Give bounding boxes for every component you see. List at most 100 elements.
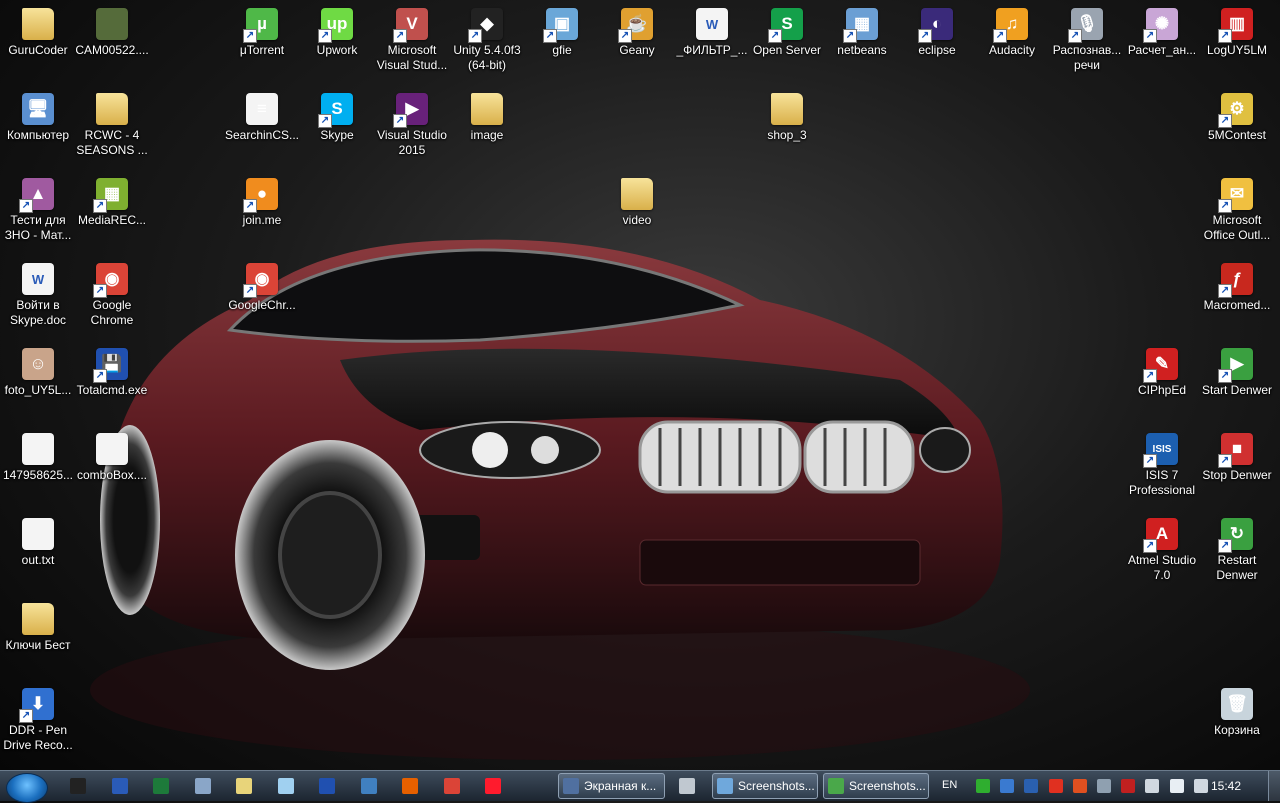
desktop-shortcut[interactable]: comboBox.... bbox=[74, 433, 150, 483]
icon-glyph: ▶ bbox=[1230, 354, 1244, 373]
taskbar-pinned-button[interactable] bbox=[435, 774, 469, 798]
desktop-shortcut[interactable]: µ ↗ μTorrent bbox=[224, 8, 300, 58]
desktop-shortcut[interactable]: ✎ ↗ CIPhpEd bbox=[1124, 348, 1200, 398]
desktop-shortcut[interactable]: CAM00522.... bbox=[74, 8, 150, 58]
desktop-shortcut[interactable]: ☺ foto_UY5L... bbox=[0, 348, 76, 398]
desktop-shortcut[interactable]: 🎙 ↗ Распознав... речи bbox=[1049, 8, 1125, 73]
flag-tray-icon[interactable] bbox=[976, 779, 990, 793]
desktop-shortcut[interactable]: GuruCoder bbox=[0, 8, 76, 58]
desktop-shortcut[interactable]: ■ ↗ Stop Denwer bbox=[1199, 433, 1275, 483]
taskbar-pinned-button[interactable] bbox=[186, 774, 220, 798]
volume-tray-icon[interactable] bbox=[1169, 779, 1184, 793]
desktop-shortcut[interactable]: W _ФИЛЬТР_... bbox=[674, 8, 750, 58]
action-center-tray-icon[interactable] bbox=[1145, 779, 1160, 793]
taskbar-window-button[interactable]: Экранная к... bbox=[558, 773, 665, 799]
desktop-shortcut[interactable]: ƒ ↗ Macromed... bbox=[1199, 263, 1275, 313]
desktop-shortcut[interactable]: ♫ ↗ Audacity bbox=[974, 8, 1050, 58]
desktop-shortcut-label: μTorrent bbox=[239, 43, 285, 57]
desktop-shortcut[interactable]: video bbox=[599, 178, 675, 228]
display-tray-icon[interactable] bbox=[1024, 779, 1039, 793]
speech-recognition-icon: 🎙 ↗ bbox=[1068, 8, 1103, 43]
desktop-shortcut[interactable]: ≡ SearchinCS... bbox=[224, 93, 300, 143]
taskbar-pinned-button[interactable] bbox=[393, 774, 427, 798]
desktop-shortcut[interactable]: ▦ ↗ MediaREC... bbox=[74, 178, 150, 228]
shortcut-arrow-icon: ↗ bbox=[1218, 539, 1232, 553]
icon-glyph: ▶ bbox=[405, 99, 419, 118]
desktop-shortcut[interactable]: ◉ ↗ Google Chrome bbox=[74, 263, 150, 328]
desktop-shortcut[interactable]: ▦ ↗ netbeans bbox=[824, 8, 900, 58]
desktop-shortcut[interactable]: ◐ ↗ eclipse bbox=[899, 8, 975, 58]
usb-tray-icon[interactable] bbox=[1097, 779, 1111, 793]
desktop-shortcut[interactable]: 🗑 Корзина bbox=[1199, 688, 1275, 738]
taskbar-pinned-button[interactable] bbox=[227, 774, 261, 798]
opera-tray-icon[interactable] bbox=[1048, 779, 1063, 793]
icon-glyph: V bbox=[406, 14, 418, 33]
desktop-shortcut[interactable]: ☕ ↗ Geany bbox=[599, 8, 675, 58]
desktop-shortcut[interactable]: ▣ ↗ gfie bbox=[524, 8, 600, 58]
taskbar-pinned-button[interactable] bbox=[310, 774, 344, 798]
desktop-shortcut[interactable]: ▶ ↗ Visual Studio 2015 bbox=[374, 93, 450, 158]
desktop-shortcut[interactable]: ▲ ↗ Тести для ЗНО - Мат... bbox=[0, 178, 76, 243]
desktop-shortcut[interactable]: ◆ ↗ Unity 5.4.0f3 (64-bit) bbox=[449, 8, 525, 73]
desktop-shortcut[interactable]: S ↗ Skype bbox=[299, 93, 375, 143]
taskbar-pinned-button[interactable] bbox=[352, 774, 386, 798]
desktop-shortcut[interactable]: 147958625... bbox=[0, 433, 76, 483]
desktop-shortcut[interactable]: ISIS ↗ ISIS 7 Professional bbox=[1124, 433, 1200, 498]
desktop-shortcut[interactable]: A ↗ Atmel Studio 7.0 bbox=[1124, 518, 1200, 583]
desktop-shortcut[interactable]: W Войти в Skype.doc bbox=[0, 263, 76, 328]
desktop-shortcut-label: Audacity bbox=[988, 43, 1036, 57]
desktop-shortcut[interactable]: up ↗ Upwork bbox=[299, 8, 375, 58]
shortcut-arrow-icon: ↗ bbox=[1218, 454, 1232, 468]
chrome-icon: ◉ ↗ bbox=[243, 263, 278, 298]
desktop-shortcut[interactable]: 🖥 Компьютер bbox=[0, 93, 76, 143]
taskbar-pinned-button[interactable] bbox=[269, 774, 303, 798]
desktop-shortcut[interactable]: Ключи Бест bbox=[0, 603, 76, 653]
desktop-shortcut-label: video bbox=[622, 213, 652, 227]
desktop-shortcut[interactable]: 💾 ↗ Totalcmd.exe bbox=[74, 348, 150, 398]
desktop-shortcut[interactable]: RCWC - 4 SEASONS ... bbox=[74, 93, 150, 158]
taskbar-window-button[interactable] bbox=[672, 773, 702, 799]
desktop-shortcut-label: comboBox.... bbox=[76, 468, 148, 482]
joinme-icon: ● ↗ bbox=[243, 178, 278, 213]
taskbar-pinned-button[interactable] bbox=[103, 774, 137, 798]
desktop-shortcut[interactable]: ⬇ ↗ DDR - Pen Drive Reco... bbox=[0, 688, 76, 753]
desktop-shortcut[interactable]: ▥ ↗ LogUY5LM bbox=[1199, 8, 1275, 58]
chrome-icon: ◉ ↗ bbox=[93, 263, 128, 298]
desktop-shortcut[interactable]: V ↗ Microsoft Visual Stud... bbox=[374, 8, 450, 73]
taskbar-window-button[interactable]: Screenshots... bbox=[823, 773, 929, 799]
taskbar-pinned-button[interactable] bbox=[144, 774, 178, 798]
desktop-shortcut-label: Расчет_ан... bbox=[1127, 43, 1197, 57]
start-button[interactable] bbox=[6, 773, 48, 803]
desktop-shortcut[interactable]: ◉ ↗ GoogleChr... bbox=[224, 263, 300, 313]
desktop-shortcut[interactable]: ↻ ↗ Restart Denwer bbox=[1199, 518, 1275, 583]
desktop-shortcut[interactable]: ✉ ↗ Microsoft Office Outl... bbox=[1199, 178, 1275, 243]
tests-icon: ▲ ↗ bbox=[19, 178, 54, 213]
desktop-shortcut[interactable]: shop_3 bbox=[749, 93, 825, 143]
desktop-shortcut[interactable]: ✺ ↗ Расчет_ан... bbox=[1124, 8, 1200, 58]
desktop-shortcut-label: eclipse bbox=[918, 43, 956, 57]
desktop-shortcut[interactable]: S ↗ Open Server bbox=[749, 8, 825, 58]
network-x-tray-icon[interactable] bbox=[1121, 779, 1136, 793]
desktop-shortcut[interactable]: ⚙ ↗ 5MContest bbox=[1199, 93, 1275, 143]
excel-icon bbox=[153, 778, 169, 794]
clock[interactable]: 15:42 bbox=[1211, 779, 1241, 793]
desktop-shortcut[interactable]: out.txt bbox=[0, 518, 76, 568]
network-icon bbox=[360, 778, 377, 794]
speaker-off-tray-icon[interactable] bbox=[1072, 779, 1087, 793]
mediarec-icon: ▦ ↗ bbox=[93, 178, 128, 213]
desktop-shortcut[interactable]: image bbox=[449, 93, 525, 143]
icon-glyph: ● bbox=[256, 184, 268, 203]
taskbar-pinned-button[interactable] bbox=[61, 774, 95, 798]
taskbar-window-button[interactable]: Screenshots... bbox=[712, 773, 818, 799]
taskbar-pinned-button[interactable] bbox=[476, 774, 510, 798]
word-icon bbox=[111, 778, 128, 794]
icon-glyph: ⬇ bbox=[30, 694, 46, 713]
language-indicator[interactable]: EN bbox=[942, 779, 957, 791]
power-tray-icon[interactable] bbox=[1193, 779, 1208, 793]
geany-icon: ☕ ↗ bbox=[618, 8, 653, 43]
monitor-tray-icon[interactable] bbox=[1000, 779, 1015, 793]
desktop-shortcut[interactable]: ● ↗ join.me bbox=[224, 178, 300, 228]
desktop-shortcut-label: Google Chrome bbox=[90, 298, 134, 327]
desktop-shortcut[interactable]: ▶ ↗ Start Denwer bbox=[1199, 348, 1275, 398]
show-desktop-button[interactable] bbox=[1268, 771, 1280, 801]
